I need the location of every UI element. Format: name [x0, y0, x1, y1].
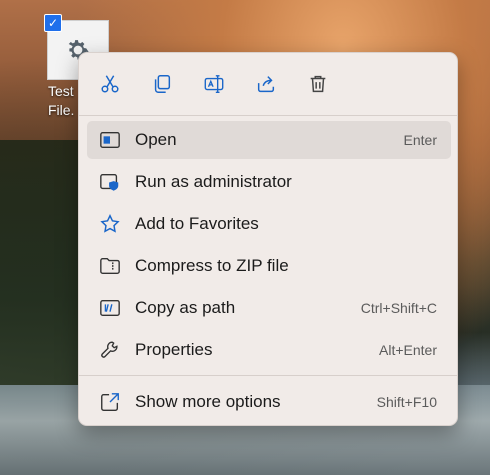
menu-item-label: Open — [135, 130, 177, 149]
menu-item-label: Copy as path — [135, 298, 236, 317]
context-menu: Open Enter Run as administrator Add to F… — [78, 52, 458, 426]
toolbar-divider — [79, 115, 457, 116]
menu-item-copy-as-path[interactable]: Copy as path Ctrl+Shift+C — [87, 289, 451, 327]
wallpaper-trees — [0, 140, 90, 400]
menu-item-shortcut: Enter — [403, 132, 437, 148]
share-icon — [257, 76, 275, 93]
more-options-icon — [99, 391, 121, 413]
rename-icon — [204, 75, 224, 93]
shield-window-icon — [99, 171, 121, 193]
menu-divider — [79, 375, 457, 376]
menu-item-label: Compress to ZIP file — [135, 256, 289, 275]
copy-path-icon — [99, 297, 121, 319]
star-icon — [99, 213, 121, 235]
cut-button[interactable] — [95, 69, 125, 99]
trash-icon — [310, 75, 326, 93]
menu-item-shortcut: Ctrl+Shift+C — [360, 300, 437, 316]
selection-checkbox[interactable]: ✓ — [44, 14, 62, 32]
context-menu-toolbar — [79, 53, 457, 115]
delete-button[interactable] — [303, 69, 333, 99]
menu-item-properties[interactable]: Properties Alt+Enter — [87, 331, 451, 369]
menu-item-label: Run as administrator — [135, 172, 292, 191]
menu-item-label: Properties — [135, 340, 213, 359]
menu-item-add-to-favorites[interactable]: Add to Favorites — [87, 205, 451, 243]
copy-button[interactable] — [147, 69, 177, 99]
zip-folder-icon — [99, 255, 121, 277]
menu-item-shortcut: Alt+Enter — [379, 342, 437, 358]
open-window-icon — [99, 129, 121, 151]
menu-item-label: Add to Favorites — [135, 214, 259, 233]
menu-item-shortcut: Shift+F10 — [376, 394, 437, 410]
menu-item-show-more-options[interactable]: Show more options Shift+F10 — [87, 383, 451, 421]
wrench-icon — [99, 339, 121, 361]
menu-item-open[interactable]: Open Enter — [87, 121, 451, 159]
rename-button[interactable] — [199, 69, 229, 99]
scissors-icon — [101, 75, 119, 93]
share-button[interactable] — [251, 69, 281, 99]
menu-item-run-as-administrator[interactable]: Run as administrator — [87, 163, 451, 201]
copy-icon — [154, 75, 171, 93]
menu-item-label: Show more options — [135, 392, 281, 411]
menu-item-compress-to-zip[interactable]: Compress to ZIP file — [87, 247, 451, 285]
